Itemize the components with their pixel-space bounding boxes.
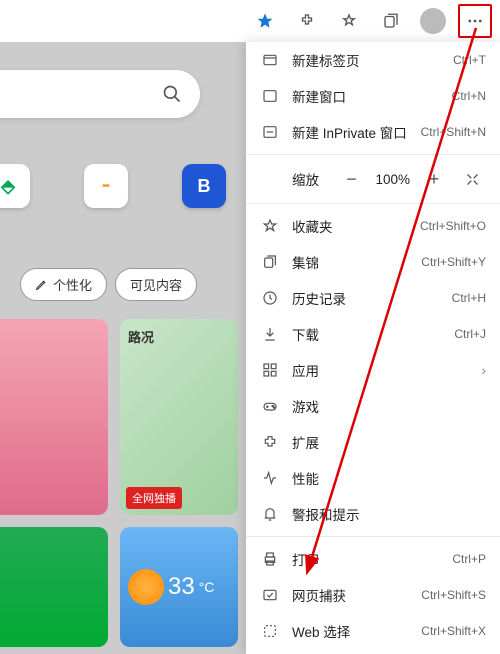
more-menu-button[interactable] xyxy=(458,4,492,38)
bell-icon xyxy=(260,504,280,524)
extensions-icon[interactable] xyxy=(290,4,324,38)
temp-value: 33 xyxy=(168,573,195,601)
search-box[interactable] xyxy=(0,70,200,118)
window-icon xyxy=(260,86,280,106)
menu-performance[interactable]: 性能 xyxy=(246,460,500,496)
browser-toolbar xyxy=(0,0,500,42)
menu-share[interactable]: 共享 xyxy=(246,649,500,654)
tile-item[interactable]: ━ xyxy=(84,164,128,208)
map-badge: 全网独播 xyxy=(126,487,182,509)
feed-card-map[interactable]: 路况 全网独播 xyxy=(120,319,238,515)
visible-content-chip[interactable]: 可见内容 xyxy=(115,268,197,301)
menu-web-capture[interactable]: 网页捕获Ctrl+Shift+S xyxy=(246,577,500,613)
zoom-out-button[interactable]: − xyxy=(337,165,365,193)
menu-extensions[interactable]: 扩展 xyxy=(246,424,500,460)
weather-card[interactable]: 33 °C xyxy=(120,527,238,647)
tab-icon xyxy=(260,50,280,70)
select-icon xyxy=(260,621,280,641)
menu-alerts[interactable]: 警报和提示 xyxy=(246,496,500,532)
games-icon xyxy=(260,396,280,416)
feed-chips: 个性化 可见内容 xyxy=(20,268,246,301)
download-icon xyxy=(260,324,280,344)
performance-icon xyxy=(260,468,280,488)
favorites-hub-icon[interactable] xyxy=(332,4,366,38)
star-icon xyxy=(260,216,280,236)
menu-favorites[interactable]: 收藏夹Ctrl+Shift+O xyxy=(246,208,500,244)
settings-menu: 新建标签页Ctrl+T 新建窗口Ctrl+N 新建 InPrivate 窗口Ct… xyxy=(246,42,500,654)
collections-icon xyxy=(260,252,280,272)
collections-icon[interactable] xyxy=(374,4,408,38)
menu-collections[interactable]: 集锦Ctrl+Shift+Y xyxy=(246,244,500,280)
fullscreen-button[interactable] xyxy=(458,165,486,193)
sun-icon xyxy=(128,569,164,605)
menu-games[interactable]: 游戏 xyxy=(246,388,500,424)
feed-card[interactable] xyxy=(0,319,108,515)
menu-history[interactable]: 历史记录Ctrl+H xyxy=(246,280,500,316)
temp-unit: °C xyxy=(199,579,215,595)
menu-new-tab[interactable]: 新建标签页Ctrl+T xyxy=(246,42,500,78)
search-icon xyxy=(162,84,182,104)
page-background: ⬘ ━ B 个性化 可见内容 路况 全网独播 33 °C xyxy=(0,42,246,654)
tile-item[interactable]: B xyxy=(182,164,226,208)
capture-icon xyxy=(260,585,280,605)
map-label: 路况 xyxy=(120,319,238,354)
menu-new-window[interactable]: 新建窗口Ctrl+N xyxy=(246,78,500,114)
menu-downloads[interactable]: 下载Ctrl+J xyxy=(246,316,500,352)
feed-card[interactable] xyxy=(0,527,108,647)
chevron-right-icon: › xyxy=(481,362,486,378)
personalize-chip[interactable]: 个性化 xyxy=(20,268,107,301)
history-icon xyxy=(260,288,280,308)
menu-print[interactable]: 打印Ctrl+P xyxy=(246,541,500,577)
favorite-icon[interactable] xyxy=(248,4,282,38)
pencil-icon xyxy=(35,278,48,291)
menu-apps[interactable]: 应用› xyxy=(246,352,500,388)
menu-zoom: 缩放−100%+ xyxy=(246,159,500,199)
extension-icon xyxy=(260,432,280,452)
zoom-value: 100% xyxy=(375,172,410,187)
menu-new-inprivate[interactable]: 新建 InPrivate 窗口Ctrl+Shift+N xyxy=(246,114,500,150)
quick-tiles: ⬘ ━ B xyxy=(0,164,246,208)
inprivate-icon xyxy=(260,122,280,142)
tile-item[interactable]: ⬘ xyxy=(0,164,30,208)
zoom-in-button[interactable]: + xyxy=(420,165,448,193)
apps-icon xyxy=(260,360,280,380)
profile-avatar[interactable] xyxy=(416,4,450,38)
print-icon xyxy=(260,549,280,569)
menu-web-select[interactable]: Web 选择Ctrl+Shift+X xyxy=(246,613,500,649)
